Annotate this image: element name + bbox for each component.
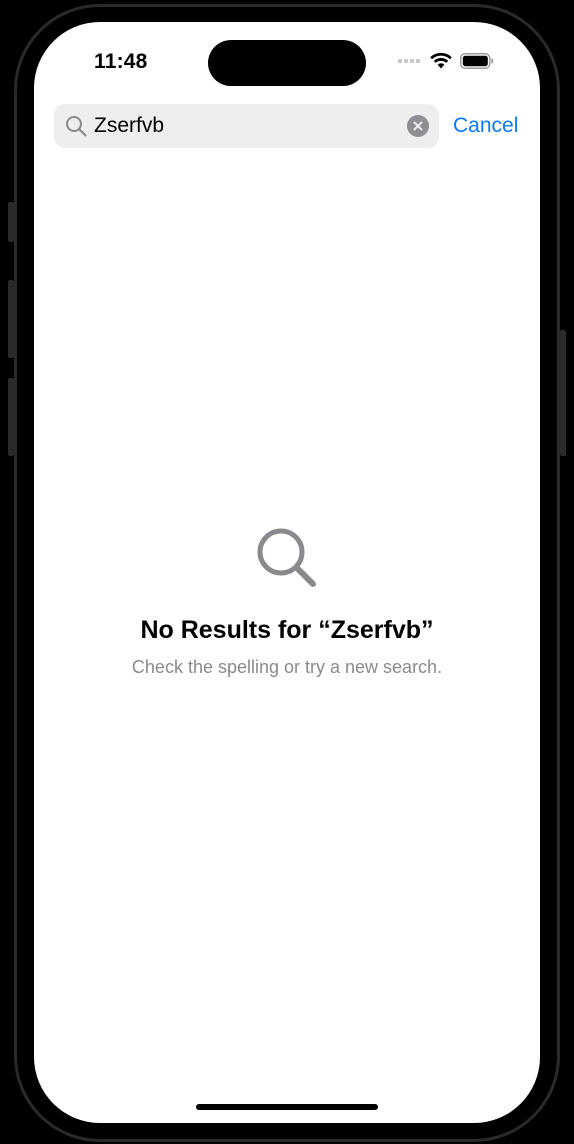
cellular-signal-icon (398, 58, 420, 63)
empty-state: No Results for “Zserfvb” Check the spell… (34, 526, 540, 678)
battery-icon (460, 52, 494, 69)
empty-state-subtitle: Check the spelling or try a new search. (131, 657, 443, 677)
search-icon (257, 528, 316, 587)
power-button (560, 330, 566, 456)
search-input[interactable]: Zserfvb (94, 114, 407, 138)
search-field[interactable]: Zserfvb (54, 104, 439, 148)
clear-icon[interactable] (407, 115, 429, 137)
cancel-button[interactable]: Cancel (453, 114, 518, 138)
empty-state-title: No Results for “Zserfvb” (140, 616, 434, 644)
volume-up-button (8, 280, 14, 358)
wifi-icon (430, 52, 452, 69)
search-bar: Zserfvb Cancel (54, 104, 520, 148)
status-icons (398, 52, 494, 69)
volume-down-button (8, 378, 14, 456)
screen: 11:48 Zserfvb Cancel No Results for “Zse… (34, 22, 540, 1123)
dynamic-island (208, 40, 366, 86)
action-button (8, 202, 14, 242)
home-indicator[interactable] (196, 1104, 378, 1110)
search-icon (64, 114, 88, 138)
status-time: 11:48 (94, 50, 148, 73)
